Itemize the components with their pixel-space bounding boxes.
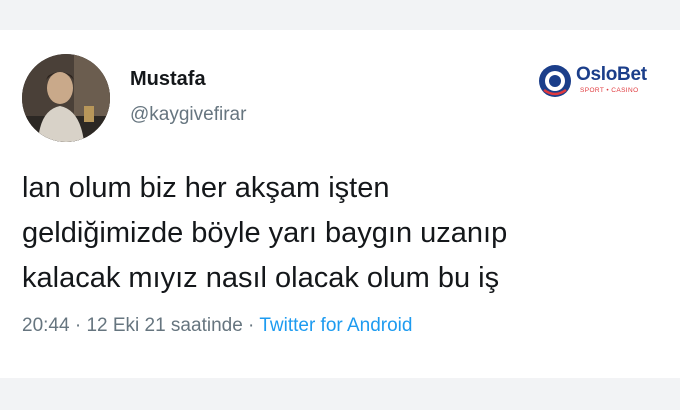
tweet-meta: 20:44 · 12 Eki 21 saatinde · Twitter for…: [22, 315, 412, 337]
tweet-source-link[interactable]: Twitter for Android: [259, 315, 412, 336]
brand-name-part1: Oslo: [576, 64, 618, 85]
brand-watermark: OsloBet SPORT • CASINO: [538, 60, 658, 100]
tweet-line: kalacak mıyız nasıl olacak olum bu iş: [22, 262, 500, 294]
tweet-card: Mustafa @kaygivefirar OsloBet SPORT • CA…: [0, 30, 680, 378]
brand-name: OsloBet: [576, 64, 647, 86]
profile-photo-icon: [22, 54, 110, 142]
brand-name-part2: Bet: [617, 64, 647, 85]
tweet-date[interactable]: 12 Eki 21 saatinde: [86, 315, 242, 336]
tweet-time[interactable]: 20:44: [22, 315, 70, 336]
user-handle[interactable]: @kaygivefirar: [130, 104, 246, 126]
brand-logo-icon: [539, 65, 571, 97]
tweet-line: lan olum biz her akşam işten: [22, 172, 390, 204]
tweet-text: lan olum biz her akşam işten geldiğimizd…: [22, 166, 652, 301]
tweet-line: geldiğimizde böyle yarı baygın uzanıp: [22, 217, 508, 249]
display-name[interactable]: Mustafa: [130, 68, 206, 91]
brand-tagline: SPORT • CASINO: [580, 87, 639, 94]
meta-separator: ·: [69, 315, 87, 336]
avatar[interactable]: [22, 54, 110, 142]
meta-separator: ·: [242, 315, 260, 336]
